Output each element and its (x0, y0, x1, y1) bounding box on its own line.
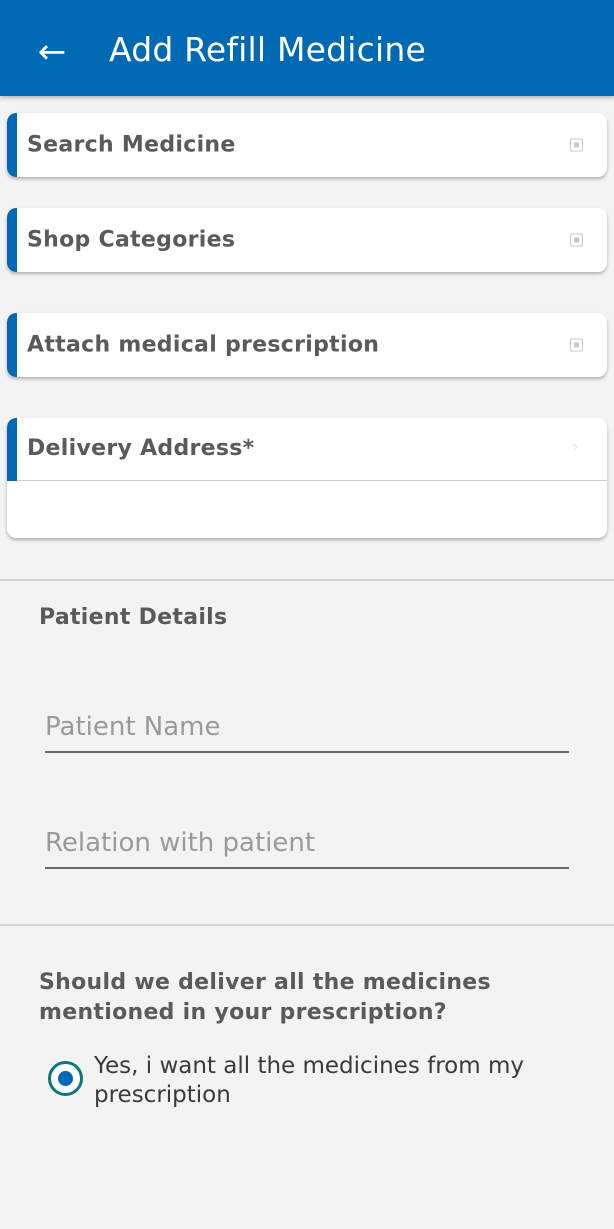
patient-details-title: Patient Details (39, 605, 228, 630)
attach-prescription-card[interactable]: Attach medical prescription (7, 313, 607, 377)
back-arrow-icon[interactable]: ← (30, 30, 74, 74)
card-accent (7, 418, 17, 481)
shop-categories-card[interactable]: Shop Categories (7, 208, 607, 272)
search-medicine-card[interactable]: Search Medicine (7, 113, 607, 177)
search-medicine-label: Search Medicine (27, 132, 236, 158)
patient-name-input[interactable] (45, 709, 569, 745)
delivery-address-value[interactable] (7, 482, 607, 538)
delivery-address-label: Delivery Address* (27, 436, 255, 461)
delivery-question: Should we deliver all the medicines ment… (39, 970, 491, 1025)
all-medicines-radio-option[interactable]: Yes, i want all the medicines from my pr… (48, 1052, 568, 1112)
expand-square-icon (570, 338, 583, 352)
card-accent (7, 313, 17, 377)
shop-categories-label: Shop Categories (27, 227, 236, 253)
patient-name-field[interactable] (45, 703, 569, 753)
card-accent (7, 208, 17, 272)
radio-button[interactable] (48, 1061, 83, 1096)
app-bar: ← Add Refill Medicine (0, 0, 614, 96)
section-divider (0, 924, 614, 926)
radio-selected-dot (58, 1071, 73, 1086)
chevron-right-icon: › (571, 436, 579, 457)
relation-input[interactable] (45, 825, 569, 861)
section-divider (0, 579, 614, 581)
delivery-address-header[interactable]: Delivery Address* › (7, 418, 607, 481)
delivery-address-card[interactable]: Delivery Address* › (7, 418, 607, 538)
relation-field[interactable] (45, 819, 569, 869)
expand-square-icon (570, 138, 583, 152)
radio-label[interactable]: Yes, i want all the medicines from my pr… (94, 1052, 554, 1110)
card-accent (7, 113, 17, 177)
attach-prescription-label: Attach medical prescription (27, 332, 380, 358)
expand-square-icon (570, 233, 583, 247)
page-title: Add Refill Medicine (109, 30, 426, 69)
